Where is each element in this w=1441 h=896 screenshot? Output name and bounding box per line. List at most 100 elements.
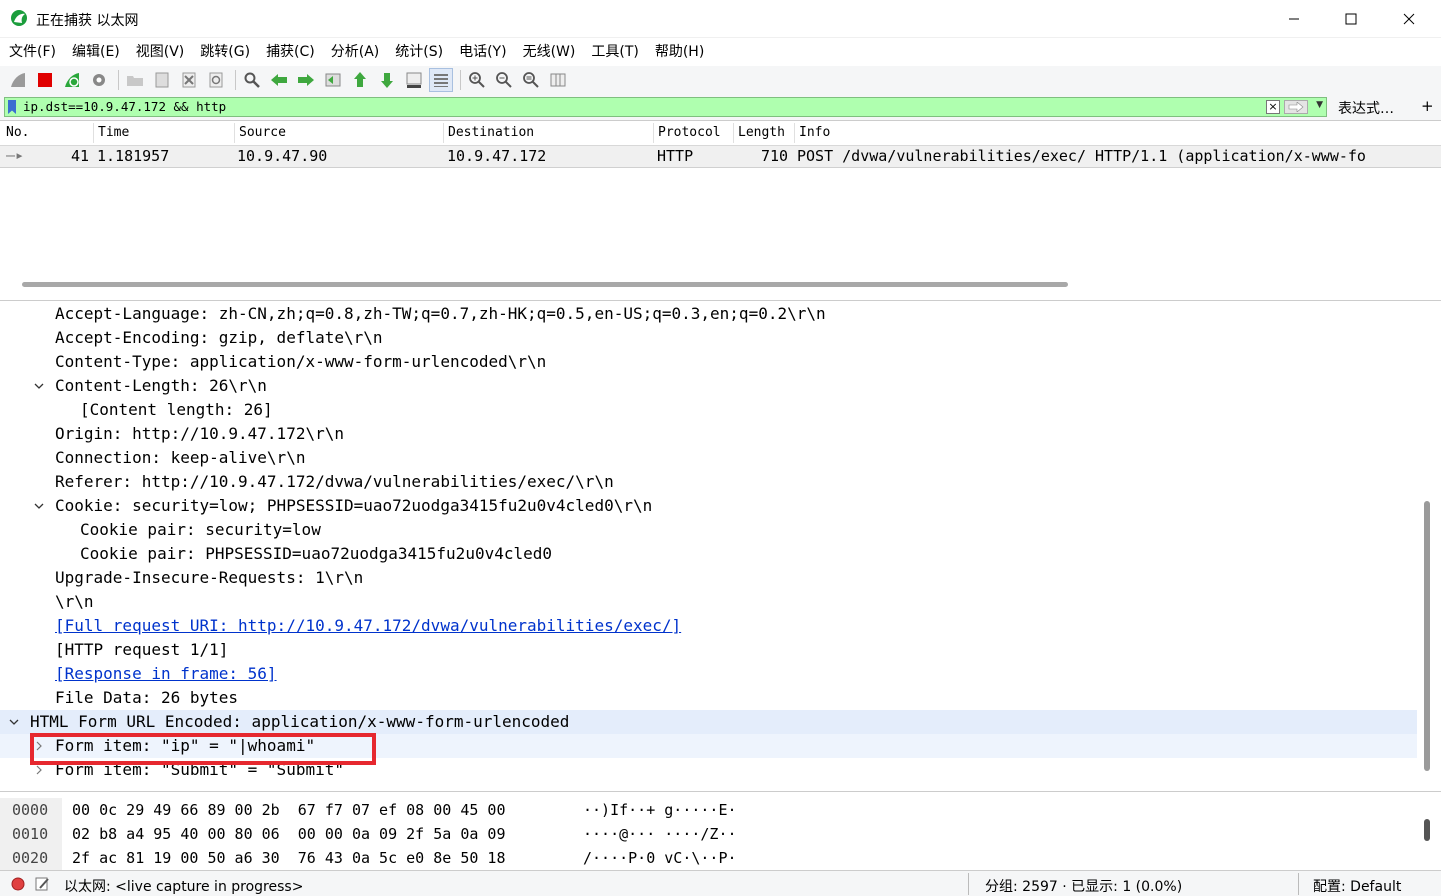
- column-info[interactable]: Info: [794, 123, 830, 143]
- packet-list-header: No. Time Source Destination Protocol Len…: [0, 121, 1441, 146]
- clear-filter-button[interactable]: ×: [1266, 100, 1280, 114]
- detail-tree-item[interactable]: Content-Length: 26\r\n: [0, 374, 1417, 398]
- chevron-down-icon[interactable]: [33, 374, 45, 398]
- menu-statistics[interactable]: 统计(S): [390, 38, 448, 66]
- detail-tree-item[interactable]: Accept-Encoding: gzip, deflate\r\n: [0, 326, 1417, 350]
- stop-icon: [38, 73, 52, 87]
- add-filter-button[interactable]: +: [1421, 97, 1434, 115]
- detail-tree-item[interactable]: Cookie pair: PHPSESSID=uao72uodga3415fu2…: [0, 542, 1417, 566]
- apply-filter-button[interactable]: [1284, 100, 1308, 114]
- column-no[interactable]: No.: [2, 123, 29, 143]
- vertical-scrollbar[interactable]: [1424, 501, 1430, 771]
- menu-help[interactable]: 帮助(H): [650, 38, 709, 66]
- edit-comment-icon[interactable]: [34, 876, 50, 892]
- detail-tree-item[interactable]: File Data: 26 bytes: [0, 686, 1417, 710]
- chevron-down-icon[interactable]: [33, 494, 45, 518]
- byte-hex[interactable]: 2f ac 81 19 00 50 a6 30 76 43 0a 5c e0 8…: [72, 846, 505, 870]
- detail-tree-item[interactable]: Cookie: security=low; PHPSESSID=uao72uod…: [0, 494, 1417, 518]
- detail-tree-item-text: \r\n: [55, 592, 94, 611]
- menu-view[interactable]: 视图(V): [131, 38, 190, 66]
- packet-row[interactable]: —▸ 41 1.181957 10.9.47.90 10.9.47.172 HT…: [0, 146, 1441, 168]
- detail-tree-item[interactable]: Cookie pair: security=low: [0, 518, 1417, 542]
- capture-options-button[interactable]: [87, 68, 111, 92]
- status-profile[interactable]: 配置: Default: [1313, 876, 1401, 896]
- close-file-button[interactable]: [177, 68, 201, 92]
- byte-hex[interactable]: 02 b8 a4 95 40 00 80 06 00 00 0a 09 2f 5…: [72, 822, 505, 846]
- maximize-button[interactable]: [1322, 0, 1380, 38]
- menu-go[interactable]: 跳转(G): [195, 38, 255, 66]
- chevron-down-icon[interactable]: [8, 710, 20, 734]
- open-file-button[interactable]: [123, 68, 147, 92]
- column-length[interactable]: Length: [733, 123, 785, 143]
- chevron-down-icon[interactable]: ▼: [1316, 100, 1323, 110]
- packet-destination: 10.9.47.172: [447, 147, 547, 165]
- detail-tree-item[interactable]: Upgrade-Insecure-Requests: 1\r\n: [0, 566, 1417, 590]
- colorize-button[interactable]: [429, 68, 453, 92]
- minimize-button[interactable]: [1265, 0, 1323, 38]
- detail-tree-item[interactable]: HTML Form URL Encoded: application/x-www…: [0, 710, 1417, 734]
- column-protocol[interactable]: Protocol: [653, 123, 721, 143]
- detail-tree-item[interactable]: Content-Type: application/x-www-form-url…: [0, 350, 1417, 374]
- menu-telephony[interactable]: 电话(Y): [454, 38, 511, 66]
- detail-tree-item[interactable]: [Content length: 26]: [0, 398, 1417, 422]
- stop-capture-button[interactable]: [33, 68, 57, 92]
- display-filter-input[interactable]: ip.dst==10.9.47.172 && http × ▼: [4, 97, 1327, 117]
- start-capture-button[interactable]: [6, 68, 30, 92]
- detail-tree-item[interactable]: [Response in frame: 56]: [0, 662, 1417, 686]
- detail-tree-item[interactable]: [HTTP request 1/1]: [0, 638, 1417, 662]
- menu-tools[interactable]: 工具(T): [586, 38, 643, 66]
- resize-columns-button[interactable]: [546, 68, 570, 92]
- zoom-out-button[interactable]: [492, 68, 516, 92]
- display-filter-text[interactable]: ip.dst==10.9.47.172 && http: [23, 99, 226, 114]
- byte-ascii[interactable]: /····P·0 vC·\··P·: [583, 846, 737, 870]
- save-file-button[interactable]: [150, 68, 174, 92]
- zoom-reset-icon: [523, 72, 539, 88]
- expression-button[interactable]: 表达式…: [1338, 98, 1394, 118]
- detail-tree-item[interactable]: [Full request URI: http://10.9.47.172/dv…: [0, 614, 1417, 638]
- capture-status-icon[interactable]: [11, 877, 25, 891]
- menu-edit[interactable]: 编辑(E): [67, 38, 125, 66]
- detail-tree-item[interactable]: Origin: http://10.9.47.172\r\n: [0, 422, 1417, 446]
- column-destination[interactable]: Destination: [443, 123, 534, 143]
- last-packet-button[interactable]: [375, 68, 399, 92]
- close-icon: ×: [1268, 100, 1278, 113]
- reload-file-button[interactable]: [204, 68, 228, 92]
- detail-tree-item[interactable]: Accept-Language: zh-CN,zh;q=0.8,zh-TW;q=…: [0, 302, 1417, 326]
- arrow-up-icon: [354, 72, 366, 87]
- go-to-packet-button[interactable]: [321, 68, 345, 92]
- byte-offset: 0010: [0, 822, 62, 846]
- close-button[interactable]: [1380, 0, 1438, 38]
- find-packet-button[interactable]: [240, 68, 264, 92]
- menu-file[interactable]: 文件(F): [4, 38, 61, 66]
- column-source[interactable]: Source: [234, 123, 286, 143]
- packet-bytes-pane: 0000 00 0c 29 49 66 89 00 2b 67 f7 07 ef…: [0, 797, 1441, 870]
- menu-capture[interactable]: 捕获(C): [261, 38, 320, 66]
- go-back-button[interactable]: [267, 68, 291, 92]
- zoom-in-button[interactable]: [465, 68, 489, 92]
- autoscroll-button[interactable]: [402, 68, 426, 92]
- byte-hex[interactable]: 00 0c 29 49 66 89 00 2b 67 f7 07 ef 08 0…: [72, 798, 505, 822]
- status-interface: 以太网: <live capture in progress>: [64, 879, 304, 895]
- restart-capture-button[interactable]: [60, 68, 84, 92]
- menu-wireless[interactable]: 无线(W): [518, 38, 581, 66]
- byte-ascii[interactable]: ··)If··+ g·····E·: [583, 798, 737, 822]
- detail-tree-item-text: Upgrade-Insecure-Requests: 1\r\n: [55, 568, 364, 587]
- detail-tree-item-text[interactable]: [Full request URI: http://10.9.47.172/dv…: [55, 614, 681, 638]
- detail-tree-item-text[interactable]: [Response in frame: 56]: [55, 662, 277, 686]
- detail-tree-item[interactable]: \r\n: [0, 590, 1417, 614]
- status-separator: [1298, 873, 1299, 895]
- byte-ascii[interactable]: ····@··· ····/Z··: [583, 822, 737, 846]
- detail-tree-item[interactable]: Connection: keep-alive\r\n: [0, 446, 1417, 470]
- packet-length: 710: [761, 147, 789, 165]
- zoom-reset-button[interactable]: [519, 68, 543, 92]
- detail-tree-item[interactable]: Referer: http://10.9.47.172/dvwa/vulnera…: [0, 470, 1417, 494]
- toolbar-separator: [235, 70, 236, 90]
- go-forward-button[interactable]: [294, 68, 318, 92]
- bookmark-icon[interactable]: [8, 100, 16, 114]
- menu-analyze[interactable]: 分析(A): [326, 38, 385, 66]
- bytes-scrollbar[interactable]: [1424, 819, 1430, 841]
- detail-tree-item-text: Connection: keep-alive\r\n: [55, 448, 306, 467]
- first-packet-button[interactable]: [348, 68, 372, 92]
- horizontal-scrollbar[interactable]: [22, 282, 1068, 287]
- column-time[interactable]: Time: [93, 123, 129, 143]
